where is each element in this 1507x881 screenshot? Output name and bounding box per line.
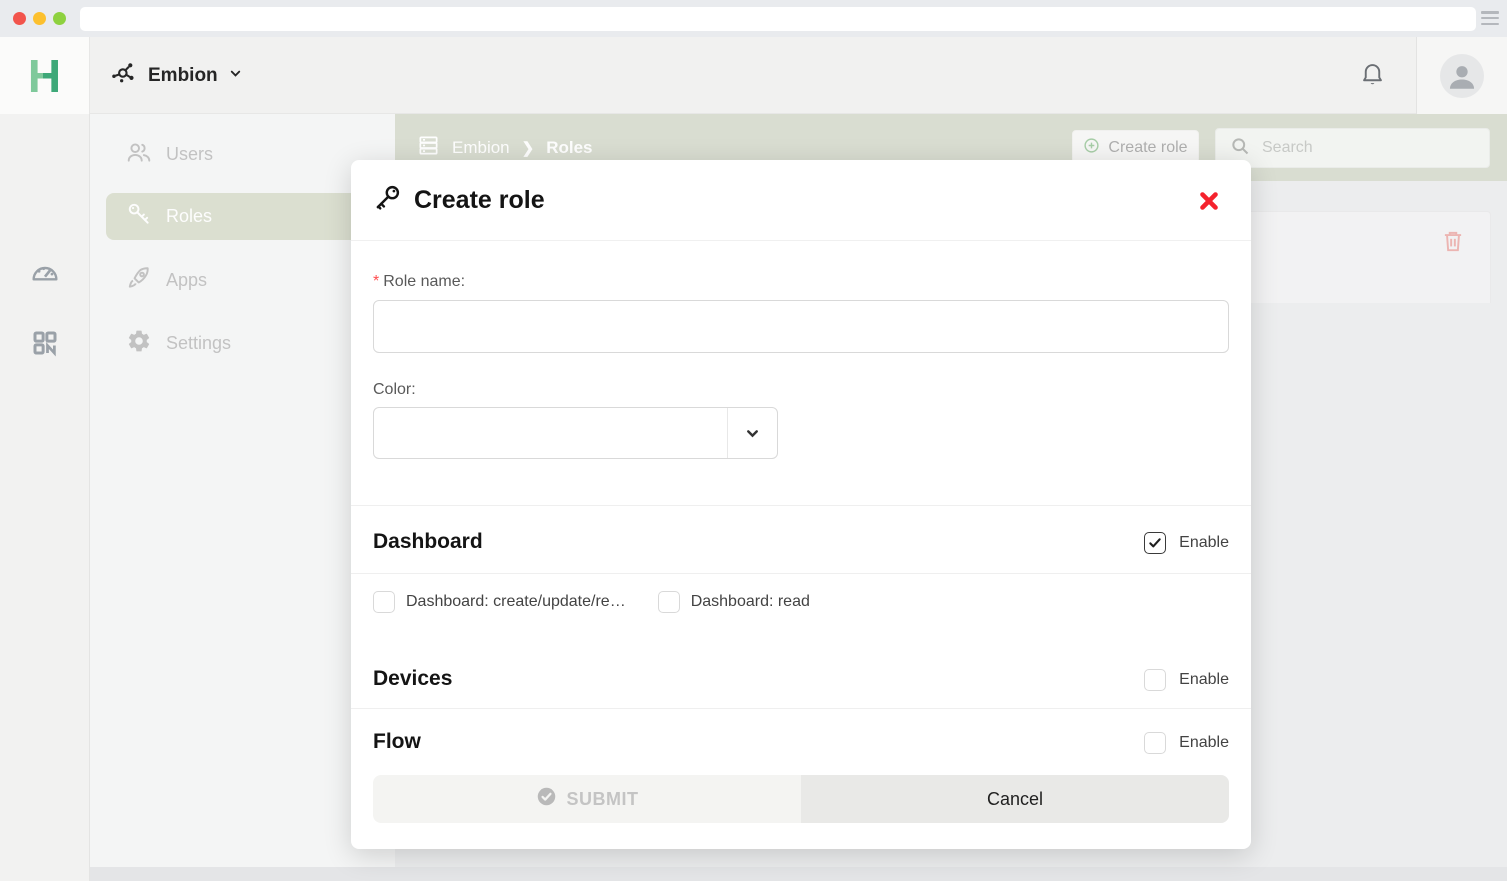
role-name-input[interactable] [373,300,1229,353]
permission-label: Dashboard: create/update/re… [406,593,626,611]
devices-enable: Enable [1144,669,1229,691]
cancel-label: Cancel [987,789,1043,810]
dashboard-enable: Enable [1144,532,1229,554]
required-marker: * [373,273,379,290]
create-role-modal: Create role *Role name: Color: Dashboard… [351,160,1251,849]
section-title-devices: Devices [373,667,452,691]
chevron-down-icon [228,66,243,86]
check-circle-icon [536,786,557,812]
logo-letter: H [28,53,61,99]
section-divider [351,573,1251,574]
notifications-button[interactable] [1329,37,1417,114]
window-minimize-button[interactable] [33,12,46,25]
grid-icon [30,328,60,363]
submit-button[interactable]: SUBMIT [373,775,801,823]
key-icon [373,183,402,217]
window-zoom-button[interactable] [53,12,66,25]
flow-enable-checkbox[interactable] [1144,732,1166,754]
modal-header: Create role [351,160,1251,241]
permission-checkbox[interactable] [658,591,680,613]
permission-label: Dashboard: read [691,593,810,611]
browser-chrome [0,0,1507,37]
bell-icon [1359,60,1386,92]
submit-label: SUBMIT [567,789,639,810]
section-title-flow: Flow [373,730,421,754]
icon-rail [0,114,90,881]
section-title-dashboard: Dashboard [373,530,483,554]
window-close-button[interactable] [13,12,26,25]
permission-item: Dashboard: read [658,591,810,613]
org-name: Embion [148,65,218,87]
avatar-icon [1440,54,1484,98]
apps-rail-button[interactable] [0,317,90,373]
enable-label: Enable [1179,534,1229,552]
screen: H Embion [0,0,1507,881]
user-menu[interactable] [1417,37,1507,114]
section-divider [351,708,1251,709]
close-icon[interactable] [1197,189,1221,213]
role-name-label: *Role name: [373,273,465,291]
dashboard-rail-button[interactable] [0,246,90,302]
app-header: H Embion [0,37,1507,114]
devices-enable-checkbox[interactable] [1144,669,1166,691]
modal-title: Create role [414,186,545,215]
app-logo[interactable]: H [0,37,90,114]
chevron-down-icon [728,408,777,458]
dashboard-enable-checkbox[interactable] [1144,532,1166,554]
hub-icon [110,59,138,92]
gauge-icon [29,256,61,293]
browser-menu-icon[interactable] [1481,11,1499,25]
enable-label: Enable [1179,734,1229,752]
permission-item: Dashboard: create/update/re… [373,591,626,613]
url-bar[interactable] [80,7,1476,31]
dashboard-permissions: Dashboard: create/update/re… Dashboard: … [373,591,834,613]
org-switcher[interactable]: Embion [110,37,243,114]
cancel-button[interactable]: Cancel [801,775,1229,823]
color-label: Color: [373,381,416,399]
permission-checkbox[interactable] [373,591,395,613]
modal-footer: SUBMIT Cancel [373,775,1229,823]
color-select-value [374,408,728,458]
color-select[interactable] [373,407,778,459]
enable-label: Enable [1179,671,1229,689]
section-divider [351,505,1251,506]
flow-enable: Enable [1144,732,1229,754]
